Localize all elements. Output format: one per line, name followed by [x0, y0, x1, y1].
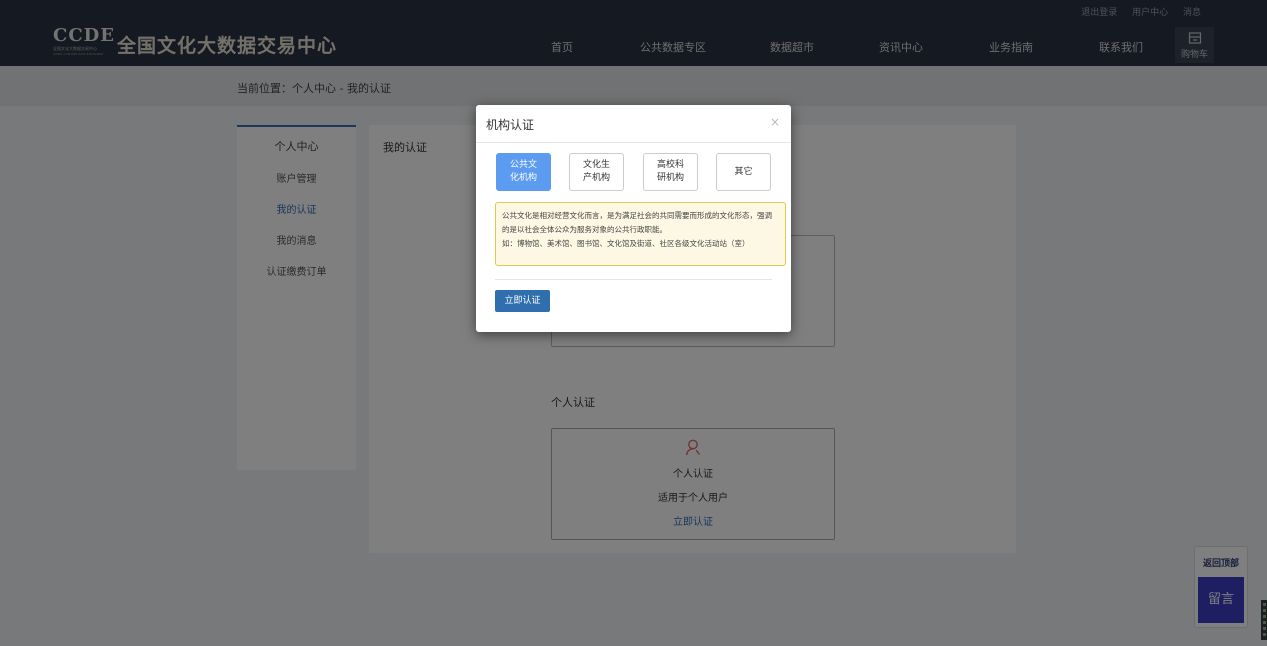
- option-other[interactable]: 其它: [716, 153, 771, 191]
- option-university-research[interactable]: 高校科研机构: [643, 153, 698, 191]
- description-text: 公共文化是相对经营文化而言，是为满足社会的共同需要而形成的文化形态，强调的是以社…: [502, 211, 772, 234]
- modal-header: 机构认证 ×: [476, 105, 791, 143]
- modal-title: 机构认证: [486, 118, 535, 132]
- option-public-culture[interactable]: 公共文化机构: [496, 153, 551, 191]
- modal-divider: [495, 279, 772, 280]
- close-icon[interactable]: ×: [770, 115, 780, 129]
- option-culture-production[interactable]: 文化生产机构: [569, 153, 624, 191]
- org-cert-modal: 机构认证 × 公共文化机构 文化生产机构 高校科研机构 其它 公共文化是相对经营…: [476, 105, 791, 332]
- option-description: 公共文化是相对经营文化而言，是为满足社会的共同需要而形成的文化形态，强调的是以社…: [495, 202, 786, 266]
- submit-cert-button[interactable]: 立即认证: [495, 290, 550, 312]
- description-examples: 如：博物馆、美术馆、图书馆、文化馆及街道、社区各级文化活动站（室）: [502, 239, 750, 248]
